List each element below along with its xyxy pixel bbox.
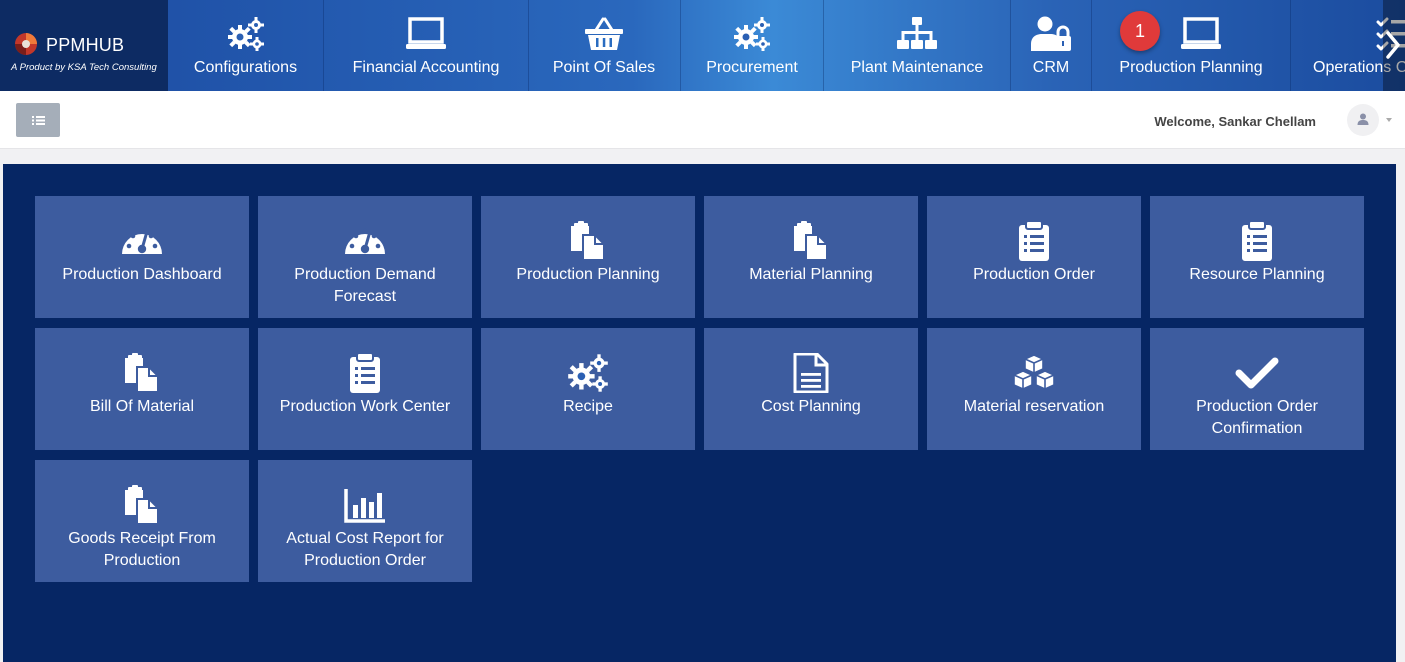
module-procurement[interactable]: Procurement	[681, 0, 823, 91]
module-financial-accounting[interactable]: Financial Accounting	[324, 0, 528, 91]
module-label: Procurement	[706, 59, 798, 76]
module-tiles-panel: Production Dashboard Production Demand F…	[3, 164, 1396, 662]
chevron-right-icon	[1386, 31, 1400, 59]
tile-material-reservation[interactable]: Material reservation	[927, 328, 1141, 450]
copy-icon	[120, 353, 164, 393]
tile-production-order[interactable]: Production Order	[927, 196, 1141, 318]
tile-production-dashboard[interactable]: Production Dashboard	[35, 196, 249, 318]
copy-icon	[566, 221, 610, 261]
clipboard-icon	[1235, 221, 1279, 261]
tile-bill-of-material[interactable]: Bill Of Material	[35, 328, 249, 450]
user-menu-caret-icon[interactable]	[1386, 118, 1392, 122]
tile-label: Goods Receipt From Production	[68, 530, 216, 569]
module-label: Point Of Sales	[552, 59, 656, 76]
module-label: Configurations	[193, 59, 298, 76]
tile-label: Bill Of Material	[89, 398, 195, 415]
tile-label: Production Dashboard	[62, 266, 222, 283]
bar-chart-icon	[343, 485, 387, 525]
user-lock-icon	[1031, 16, 1071, 52]
tile-goods-receipt-from-production[interactable]: Goods Receipt From Production	[35, 460, 249, 582]
tile-label: Resource Planning	[1189, 266, 1325, 283]
user-icon	[1357, 113, 1369, 125]
brand-name: PPMHUB	[46, 35, 125, 55]
tile-resource-planning[interactable]: Resource Planning	[1150, 196, 1364, 318]
copy-icon	[789, 221, 833, 261]
brand-tagline: A Product by KSA Tech Consulting	[11, 62, 157, 73]
module-label: Production Planning	[1119, 59, 1263, 76]
dashboard-icon	[343, 221, 387, 261]
module-crm[interactable]: CRM	[1011, 0, 1091, 91]
tile-label: Recipe	[563, 398, 613, 415]
top-navigation-bar: PPMHUB A Product by KSA Tech Consulting …	[0, 0, 1405, 91]
tile-production-work-center[interactable]: Production Work Center	[258, 328, 472, 450]
module-label: CRM	[1032, 59, 1070, 76]
welcome-text: Welcome, Sankar Chellam	[1154, 114, 1316, 129]
tile-production-demand-forecast[interactable]: Production Demand Forecast	[258, 196, 472, 318]
brand-area[interactable]: PPMHUB A Product by KSA Tech Consulting	[0, 0, 168, 91]
module-configurations[interactable]: Configurations	[168, 0, 323, 91]
tile-label: Production Planning	[516, 266, 660, 283]
module-label: Plant Maintenance	[850, 59, 984, 76]
tile-label: Production Work Center	[279, 398, 451, 415]
user-avatar[interactable]	[1347, 104, 1379, 136]
nav-scroll-right-button[interactable]	[1383, 0, 1405, 91]
list-icon	[32, 116, 45, 125]
module-label: Financial Accounting	[352, 59, 500, 76]
tile-cost-planning[interactable]: Cost Planning	[704, 328, 918, 450]
gears-icon	[566, 353, 610, 393]
laptop-icon	[406, 16, 446, 52]
ppmhub-logo-icon	[15, 33, 37, 55]
tile-label: Production Order Confirmation	[1196, 398, 1318, 437]
gears-icon	[732, 16, 772, 52]
sidebar-toggle-button[interactable]	[16, 103, 60, 137]
cubes-icon	[1012, 353, 1056, 393]
tile-material-planning[interactable]: Material Planning	[704, 196, 918, 318]
module-point-of-sales[interactable]: Point Of Sales	[529, 0, 679, 91]
copy-icon	[120, 485, 164, 525]
tile-recipe[interactable]: Recipe	[481, 328, 695, 450]
clipboard-icon	[1012, 221, 1056, 261]
basket-icon	[584, 16, 624, 52]
tile-label: Cost Planning	[761, 398, 861, 415]
clipboard-icon	[343, 353, 387, 393]
tile-label: Actual Cost Report for Production Order	[286, 530, 444, 569]
laptop-icon	[1181, 16, 1221, 52]
tile-production-order-confirmation[interactable]: Production Order Confirmation	[1150, 328, 1364, 450]
check-icon	[1235, 353, 1279, 393]
sub-header: Welcome, Sankar Chellam	[0, 91, 1405, 149]
file-icon	[789, 353, 833, 393]
gears-icon	[226, 16, 266, 52]
tile-label: Material Planning	[749, 266, 873, 283]
tile-actual-cost-report[interactable]: Actual Cost Report for Production Order	[258, 460, 472, 582]
tile-label: Material reservation	[963, 398, 1105, 415]
tile-label: Production Demand Forecast	[294, 266, 436, 305]
sitemap-icon	[897, 16, 937, 52]
module-production-planning[interactable]: Production Planning	[1092, 0, 1290, 91]
tile-label: Production Order	[973, 266, 1095, 283]
notification-badge[interactable]: 1	[1120, 11, 1160, 51]
module-plant-maintenance[interactable]: Plant Maintenance	[824, 0, 1010, 91]
tile-production-planning[interactable]: Production Planning	[481, 196, 695, 318]
dashboard-icon	[120, 221, 164, 261]
